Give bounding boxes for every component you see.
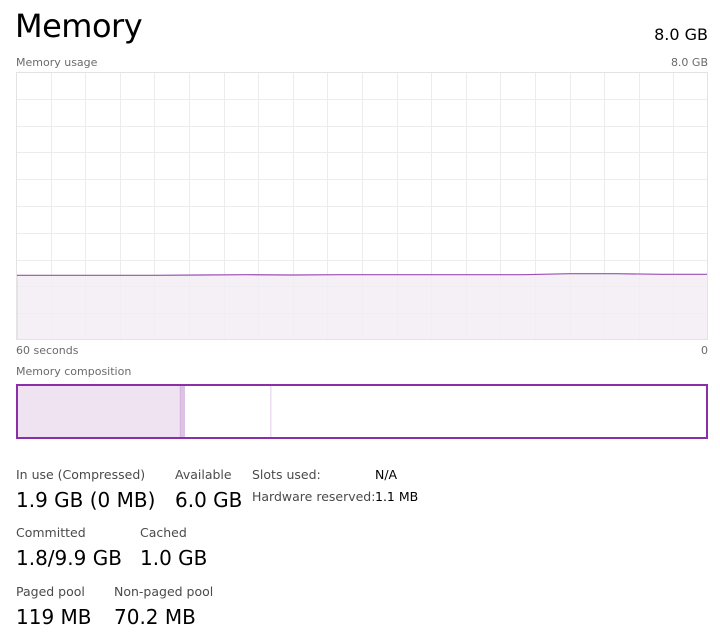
total-memory: 8.0 GB (654, 25, 708, 44)
composition-standby (184, 384, 272, 439)
non-paged-pool-value: 70.2 MB (114, 605, 196, 629)
available-label: Available (175, 467, 232, 482)
memory-usage-max-label: 8.0 GB (670, 56, 708, 69)
composition-free (271, 384, 708, 439)
hardware-reserved-value: 1.1 MB (375, 489, 419, 504)
cached-label: Cached (140, 525, 187, 540)
committed-label: Committed (16, 525, 86, 540)
composition-modified (180, 384, 185, 439)
in-use-value: 1.9 GB (0 MB) (16, 488, 156, 512)
available-value: 6.0 GB (175, 488, 243, 512)
cached-value: 1.0 GB (140, 546, 208, 570)
non-paged-pool-label: Non-paged pool (114, 584, 214, 599)
paged-pool-label: Paged pool (16, 584, 85, 599)
paged-pool-value: 119 MB (16, 605, 92, 629)
slots-used-value: N/A (375, 467, 398, 482)
memory-usage-label: Memory usage (16, 56, 98, 69)
memory-composition-bar (16, 384, 708, 439)
composition-in-use (16, 384, 181, 439)
hardware-reserved-label: Hardware reserved: (252, 489, 376, 504)
page-title: Memory (15, 7, 143, 45)
usage-area (16, 273, 708, 340)
memory-usage-graph (16, 72, 708, 340)
time-left-label: 60 seconds (16, 344, 79, 357)
slots-used-label: Slots used: (252, 467, 321, 482)
committed-value: 1.8/9.9 GB (16, 546, 122, 570)
memory-composition-label: Memory composition (16, 365, 132, 378)
time-right-label: 0 (701, 344, 708, 357)
in-use-label: In use (Compressed) (16, 467, 146, 482)
